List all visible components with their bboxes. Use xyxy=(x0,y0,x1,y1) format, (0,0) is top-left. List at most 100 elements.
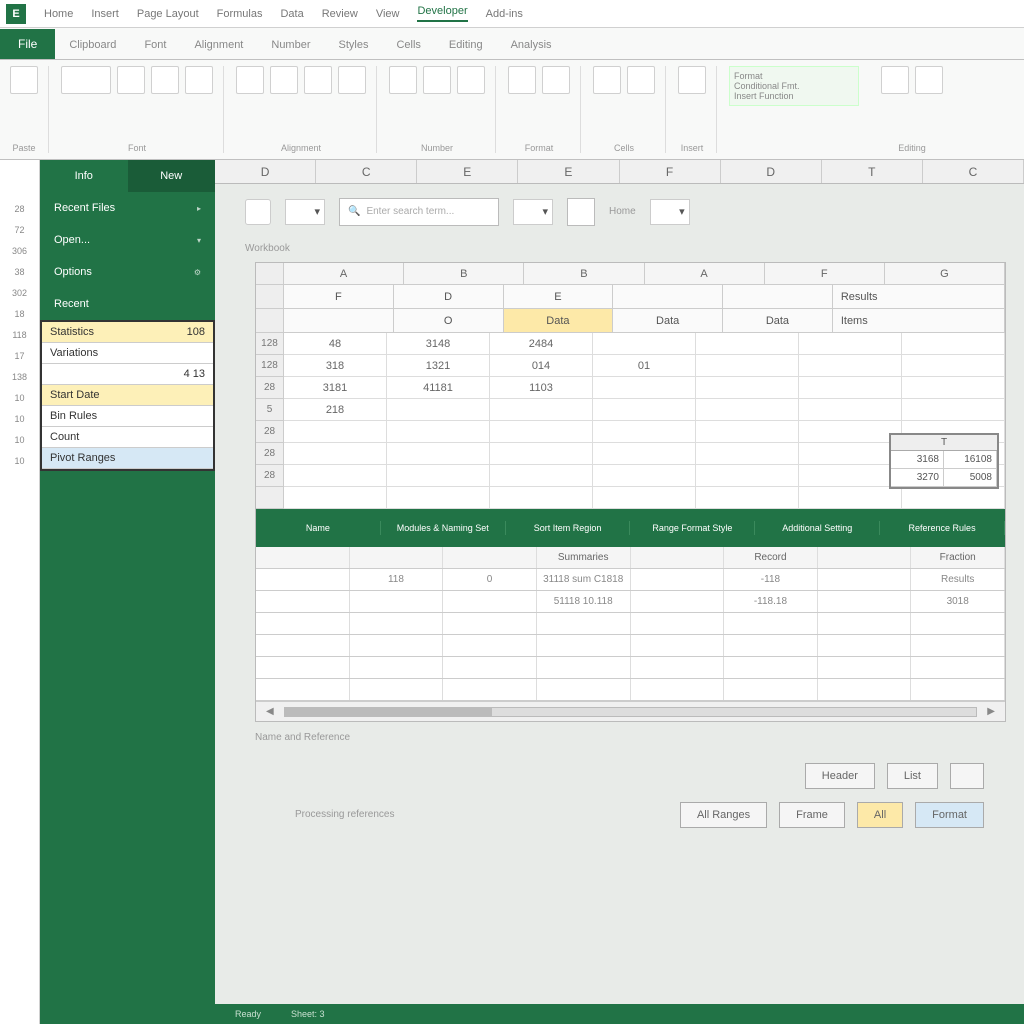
lower-row[interactable] xyxy=(256,613,1005,635)
cell[interactable] xyxy=(902,377,1005,399)
sub-header[interactable] xyxy=(284,309,394,333)
cell[interactable] xyxy=(696,399,799,421)
italic-icon[interactable] xyxy=(151,66,179,94)
ribbon-tab-7[interactable]: Analysis xyxy=(497,31,566,59)
cell[interactable] xyxy=(696,443,799,465)
align-left-icon[interactable] xyxy=(236,66,264,94)
cell[interactable] xyxy=(387,399,490,421)
cell[interactable] xyxy=(799,421,902,443)
lower-row[interactable] xyxy=(256,679,1005,701)
col-header[interactable]: A xyxy=(284,263,404,285)
dropdown-3[interactable]: ▾ xyxy=(650,199,690,225)
cell[interactable]: 014 xyxy=(490,355,593,377)
align-center-icon[interactable] xyxy=(270,66,298,94)
scroll-left-icon[interactable]: ◀ xyxy=(266,706,274,717)
row-header[interactable]: 28 xyxy=(256,377,284,399)
header-button[interactable]: Header xyxy=(805,763,875,789)
table-row[interactable]: 283181411811103 xyxy=(256,377,1005,399)
row-header[interactable]: 28 xyxy=(256,443,284,465)
row-header[interactable]: 28 xyxy=(256,465,284,487)
dropdown-2[interactable]: ▾ xyxy=(513,199,553,225)
filter-icon[interactable] xyxy=(915,66,943,94)
sub-header[interactable]: F xyxy=(284,285,394,309)
list-button[interactable]: List xyxy=(887,763,938,789)
col-header[interactable]: T xyxy=(822,160,923,183)
cell[interactable] xyxy=(799,333,902,355)
delete-cell-icon[interactable] xyxy=(627,66,655,94)
cell[interactable] xyxy=(902,355,1005,377)
cell[interactable] xyxy=(490,443,593,465)
paste-icon[interactable] xyxy=(10,66,38,94)
sort-icon[interactable] xyxy=(881,66,909,94)
sub-header[interactable] xyxy=(723,285,833,309)
lower-row[interactable]: 118 031118 sum C1818 -118 Results xyxy=(256,569,1005,591)
cell[interactable] xyxy=(799,399,902,421)
cell[interactable] xyxy=(593,421,696,443)
ribbon-tab-1[interactable]: Font xyxy=(130,31,180,59)
cell[interactable]: 3148 xyxy=(387,333,490,355)
cell[interactable] xyxy=(490,465,593,487)
table-row[interactable] xyxy=(256,487,1005,509)
sidebar-tab-info[interactable]: Info xyxy=(40,160,128,192)
search-input[interactable]: 🔍 Enter search term... xyxy=(339,198,499,226)
menu-home[interactable]: Home xyxy=(44,8,73,20)
table-row[interactable]: 128318132101401 xyxy=(256,355,1005,377)
currency-icon[interactable] xyxy=(389,66,417,94)
sub-header[interactable]: Results xyxy=(833,285,1005,309)
ribbon-tab-6[interactable]: Editing xyxy=(435,31,497,59)
cell[interactable]: 2484 xyxy=(490,333,593,355)
cell[interactable] xyxy=(490,399,593,421)
scroll-thumb[interactable] xyxy=(285,708,492,716)
scroll-track[interactable] xyxy=(284,707,978,717)
comma-icon[interactable] xyxy=(457,66,485,94)
list-item[interactable]: Pivot Ranges xyxy=(42,448,213,469)
sub-header[interactable]: Items xyxy=(833,309,1005,333)
floating-summary-box[interactable]: T 316816108 32705008 xyxy=(889,433,999,489)
col-header[interactable]: D xyxy=(215,160,316,183)
all-button[interactable]: All xyxy=(857,802,903,828)
menu-review[interactable]: Review xyxy=(322,8,358,20)
font-box-icon[interactable] xyxy=(61,66,111,94)
cell[interactable] xyxy=(593,443,696,465)
horizontal-scrollbar[interactable]: ◀ ▶ xyxy=(256,701,1005,721)
bold-icon[interactable] xyxy=(117,66,145,94)
select-all-corner[interactable] xyxy=(256,263,284,285)
row-header[interactable]: 128 xyxy=(256,355,284,377)
ribbon-tab-2[interactable]: Alignment xyxy=(180,31,257,59)
col-header[interactable]: D xyxy=(721,160,822,183)
menu-view[interactable]: View xyxy=(376,8,400,20)
sub-header[interactable]: Data xyxy=(613,309,723,333)
sidebar-item-open[interactable]: Open...▾ xyxy=(40,224,215,256)
list-item[interactable]: Variations xyxy=(42,343,213,364)
sub-header[interactable] xyxy=(613,285,723,309)
cell[interactable] xyxy=(490,421,593,443)
align-right-icon[interactable] xyxy=(304,66,332,94)
cell[interactable] xyxy=(593,333,696,355)
underline-icon[interactable] xyxy=(185,66,213,94)
menu-formulas[interactable]: Formulas xyxy=(217,8,263,20)
row-header[interactable]: 5 xyxy=(256,399,284,421)
cell[interactable]: 1103 xyxy=(490,377,593,399)
sidebar-item-options[interactable]: Options⚙ xyxy=(40,256,215,288)
file-tab[interactable]: File xyxy=(0,29,55,59)
cell[interactable] xyxy=(284,465,387,487)
list-item[interactable]: Count xyxy=(42,427,213,448)
footer-link[interactable]: Processing references xyxy=(255,799,435,830)
col-header[interactable]: E xyxy=(417,160,518,183)
table-row[interactable]: 1284831482484 xyxy=(256,333,1005,355)
cell[interactable] xyxy=(902,487,1005,509)
settings-icon[interactable] xyxy=(567,198,595,226)
cond-fmt-icon[interactable] xyxy=(508,66,536,94)
cell[interactable] xyxy=(284,487,387,509)
list-item[interactable]: Bin Rules xyxy=(42,406,213,427)
cell[interactable] xyxy=(490,487,593,509)
table-fmt-icon[interactable] xyxy=(542,66,570,94)
cell[interactable] xyxy=(696,465,799,487)
cell[interactable]: 318 xyxy=(284,355,387,377)
cell[interactable] xyxy=(593,487,696,509)
cell[interactable] xyxy=(799,355,902,377)
cell[interactable] xyxy=(696,421,799,443)
col-header[interactable]: A xyxy=(645,263,765,285)
row-header[interactable]: 28 xyxy=(256,421,284,443)
cell[interactable]: 41181 xyxy=(387,377,490,399)
